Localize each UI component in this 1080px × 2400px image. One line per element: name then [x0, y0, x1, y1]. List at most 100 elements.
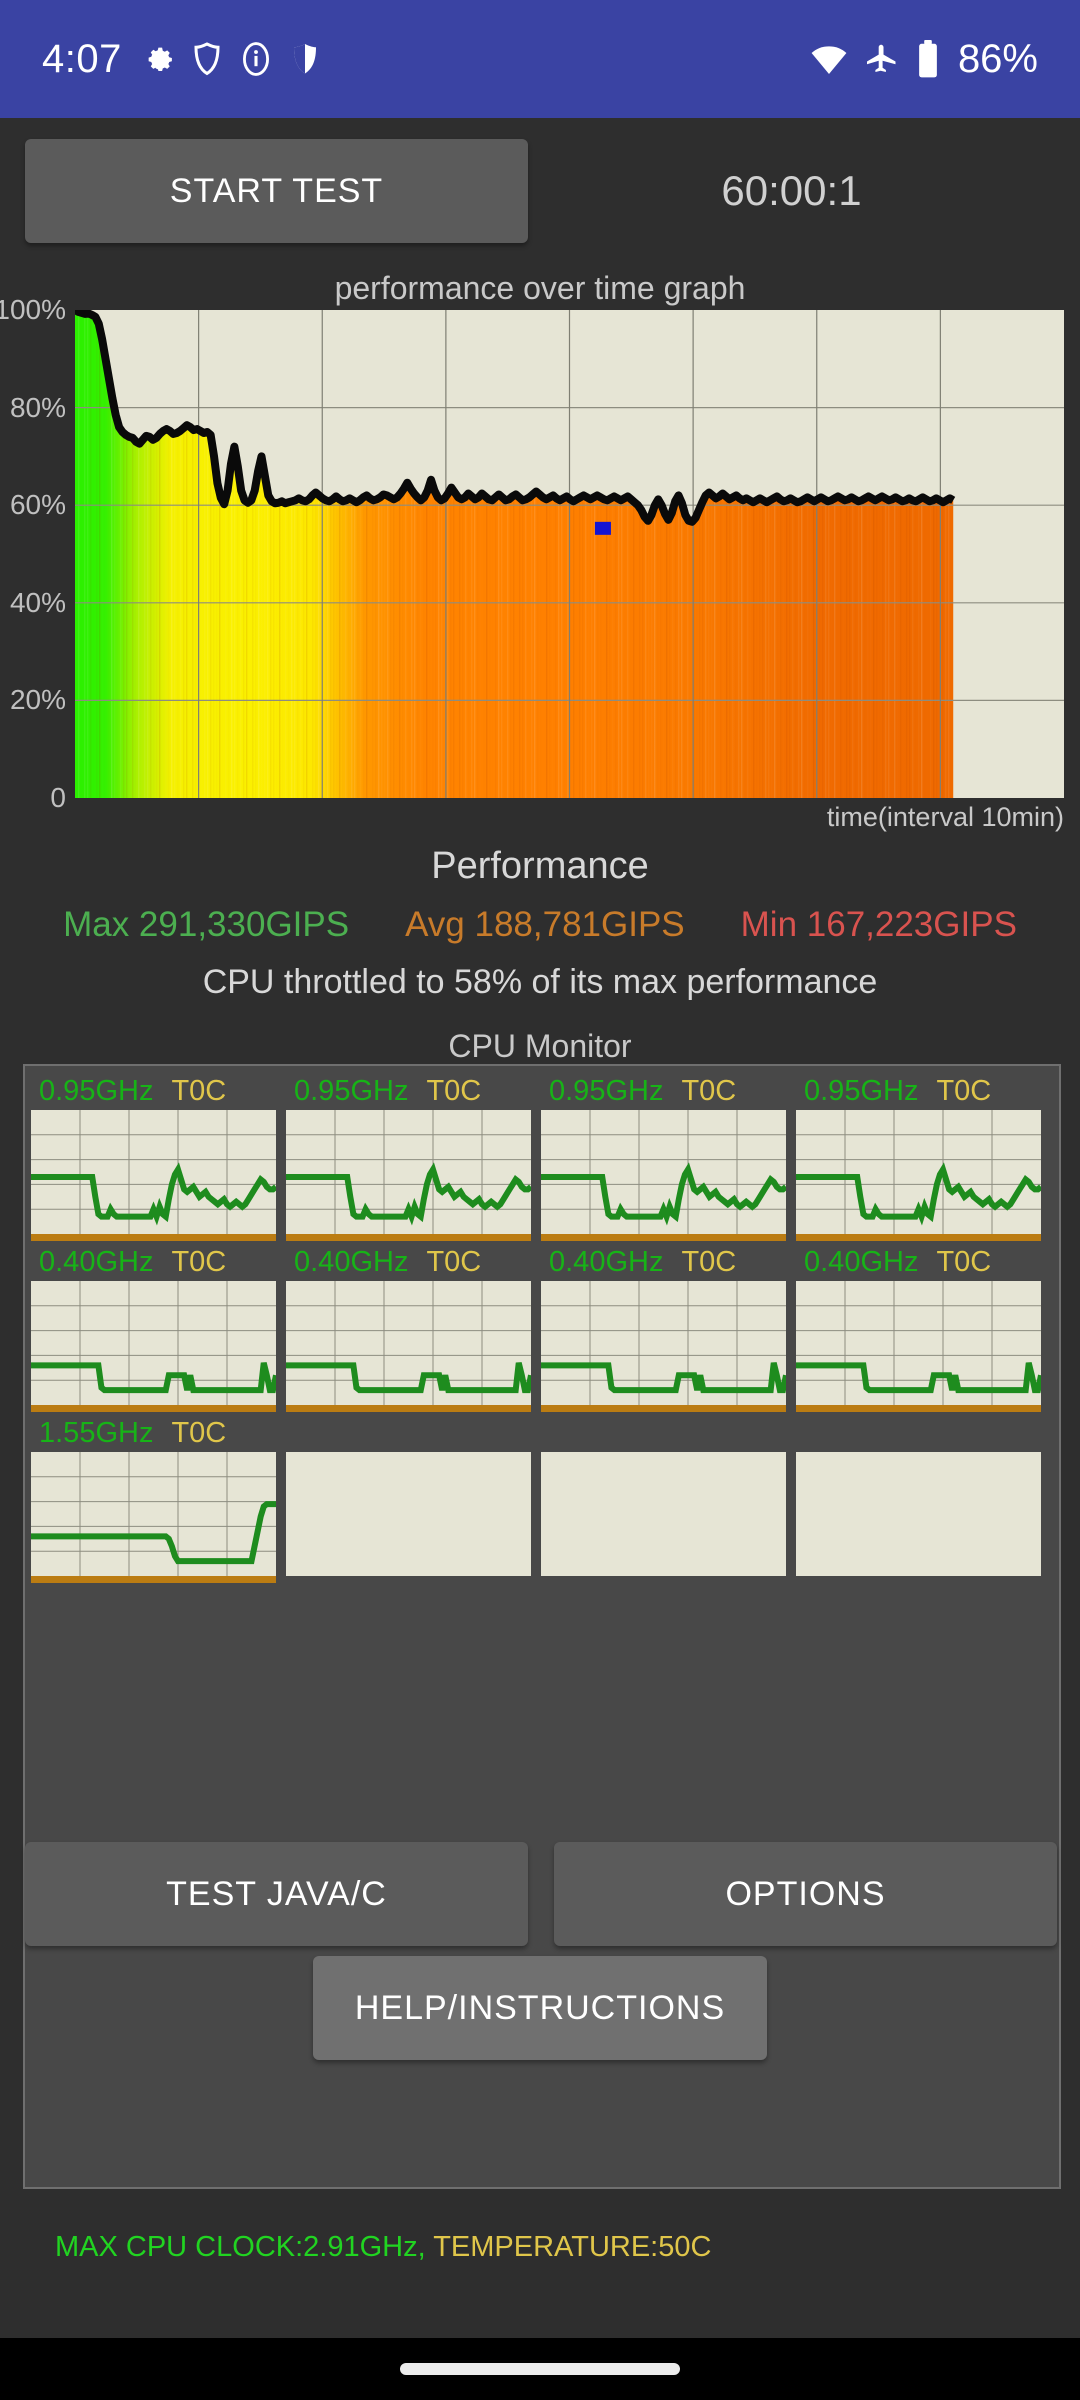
- cpu-core-temperature-bar: [31, 1405, 276, 1412]
- airplane-mode-icon: [864, 41, 900, 77]
- wifi-icon: [810, 43, 848, 75]
- options-button[interactable]: OPTIONS: [554, 1842, 1057, 1946]
- performance-heading: Performance: [431, 845, 649, 887]
- cpu-core-temperature: T0C: [171, 1416, 227, 1449]
- cpu-core-plot-svg: [541, 1281, 786, 1405]
- cpu-monitor-title: CPU Monitor: [448, 1028, 632, 1064]
- cpu-core-line: [286, 1362, 531, 1394]
- cpu-core-plot-svg: [31, 1452, 276, 1576]
- test-java-c-button[interactable]: TEST JAVA/C: [25, 1842, 528, 1946]
- help-instructions-button[interactable]: HELP/INSTRUCTIONS: [313, 1956, 767, 2060]
- test-timer-label: 60:00:1: [721, 167, 862, 214]
- cpu-core-header: 0.95GHz T0C: [286, 1072, 531, 1110]
- status-bar-left: 4:07: [42, 37, 320, 82]
- cpu-core-temperature: T0C: [171, 1074, 227, 1107]
- cpu-core-plot: [796, 1110, 1041, 1234]
- performance-graph-plot: [75, 310, 1064, 798]
- performance-avg-label: Avg 188,781GIPS: [405, 905, 685, 944]
- cpu-temperature-label: TEMPERATURE:50C: [433, 2231, 712, 2263]
- cpu-core-header: 0.95GHz T0C: [796, 1072, 1041, 1110]
- status-bar-right: 86%: [810, 37, 1038, 82]
- cpu-monitor-footer: MAX CPU CLOCK:2.91GHz, TEMPERATURE:50C: [55, 2231, 711, 2264]
- cpu-core-header: 0.40GHz T0C: [796, 1243, 1041, 1281]
- cpu-core-plot: [286, 1281, 531, 1405]
- cpu-core-plot: [31, 1110, 276, 1234]
- cpu-core-plot: [31, 1281, 276, 1405]
- home-indicator[interactable]: [400, 2363, 680, 2375]
- cpu-core-plot: [286, 1452, 531, 1576]
- cpu-core-plot: [541, 1110, 786, 1234]
- cpu-core-frequency: 1.55GHz: [39, 1416, 154, 1449]
- cpu-core-cell: 0.40GHz T0C: [31, 1243, 276, 1412]
- performance-stats: Max 291,330GIPS Avg 188,781GIPS Min 167,…: [0, 905, 1080, 945]
- cpu-core-temperature: T0C: [681, 1074, 737, 1107]
- cpu-core-plot: [796, 1452, 1041, 1576]
- cpu-core-temperature-bar: [286, 1405, 531, 1412]
- cpu-core-cell-empty: [286, 1414, 531, 1583]
- cpu-core-temperature-bar: [541, 1234, 786, 1241]
- y-tick-label: 80%: [9, 391, 66, 423]
- cpu-core-line: [796, 1362, 1041, 1394]
- cpu-core-frequency: 0.40GHz: [804, 1245, 919, 1278]
- cpu-monitor-row: 1.55GHz T0C: [31, 1414, 1053, 1583]
- cpu-core-temperature-bar: [31, 1576, 276, 1583]
- cpu-core-line: [31, 1362, 276, 1394]
- performance-min-label: Min 167,223GIPS: [740, 905, 1017, 944]
- cpu-core-line: [541, 1362, 786, 1394]
- cpu-core-temperature: T0C: [426, 1074, 482, 1107]
- cpu-core-header: 0.40GHz T0C: [31, 1243, 276, 1281]
- cpu-core-plot-svg: [541, 1110, 786, 1234]
- cpu-core-cell-empty: [541, 1414, 786, 1583]
- start-test-button[interactable]: START TEST: [25, 139, 528, 243]
- cpu-core-cell: 0.40GHz T0C: [796, 1243, 1041, 1412]
- cpu-core-temperature-bar: [31, 1234, 276, 1241]
- cpu-core-temperature: T0C: [426, 1245, 482, 1278]
- cpu-core-plot: [541, 1452, 786, 1576]
- y-tick-label: 40%: [9, 586, 66, 618]
- y-tick-label: 60%: [9, 489, 66, 521]
- info-icon: [240, 41, 272, 77]
- throttle-note: CPU throttled to 58% of its max performa…: [202, 963, 878, 1001]
- cpu-core-plot-svg: [796, 1110, 1041, 1234]
- cpu-core-frequency: 0.95GHz: [294, 1074, 409, 1107]
- cpu-core-temperature-bar: [541, 1405, 786, 1412]
- cpu-core-header: 0.95GHz T0C: [31, 1072, 276, 1110]
- cpu-core-header: 1.55GHz T0C: [31, 1414, 276, 1452]
- cpu-core-temperature: T0C: [171, 1245, 227, 1278]
- cpu-core-frequency: 0.40GHz: [39, 1245, 154, 1278]
- cpu-core-plot-svg: [286, 1281, 531, 1405]
- shield-filled-icon: [290, 41, 320, 77]
- cpu-core-temperature-bar: [796, 1405, 1041, 1412]
- cpu-core-frequency: 0.95GHz: [804, 1074, 919, 1107]
- status-bar-clock: 4:07: [42, 36, 122, 81]
- cpu-core-temperature-bar: [541, 1576, 786, 1583]
- cpu-core-temperature: T0C: [681, 1245, 737, 1278]
- cpu-core-temperature-bar: [286, 1234, 531, 1241]
- cpu-core-cell: 1.55GHz T0C: [31, 1414, 276, 1583]
- min-marker: [594, 521, 611, 535]
- cpu-core-temperature-bar: [286, 1576, 531, 1583]
- cpu-core-cell: 0.95GHz T0C: [286, 1072, 531, 1241]
- shield-outline-icon: [192, 41, 222, 77]
- cpu-core-frequency: 0.95GHz: [549, 1074, 664, 1107]
- cpu-core-temperature: T0C: [936, 1074, 992, 1107]
- cpu-core-frequency: 0.40GHz: [294, 1245, 409, 1278]
- y-tick-label: 100%: [0, 294, 66, 325]
- cpu-core-cell: 0.40GHz T0C: [541, 1243, 786, 1412]
- cpu-core-header: 0.40GHz T0C: [286, 1243, 531, 1281]
- status-bar: 4:07 86%: [0, 0, 1080, 118]
- cpu-core-cell-empty: [796, 1414, 1041, 1583]
- cpu-core-cell: 0.95GHz T0C: [796, 1072, 1041, 1241]
- performance-graph-y-axis: 100% 80% 60% 40% 20% 0: [0, 290, 72, 820]
- cpu-core-plot-svg: [31, 1281, 276, 1405]
- cpu-core-plot-svg: [31, 1110, 276, 1234]
- cpu-core-cell: 0.40GHz T0C: [286, 1243, 531, 1412]
- performance-graph-title: performance over time graph: [334, 270, 746, 306]
- cpu-core-frequency: 0.95GHz: [39, 1074, 154, 1107]
- cpu-core-header: 0.95GHz T0C: [541, 1072, 786, 1110]
- cpu-core-line: [31, 1501, 276, 1565]
- cpu-core-cell: 0.95GHz T0C: [541, 1072, 786, 1241]
- cpu-core-plot: [31, 1452, 276, 1576]
- y-tick-label: 20%: [9, 684, 66, 716]
- performance-graph-svg: [75, 310, 1064, 798]
